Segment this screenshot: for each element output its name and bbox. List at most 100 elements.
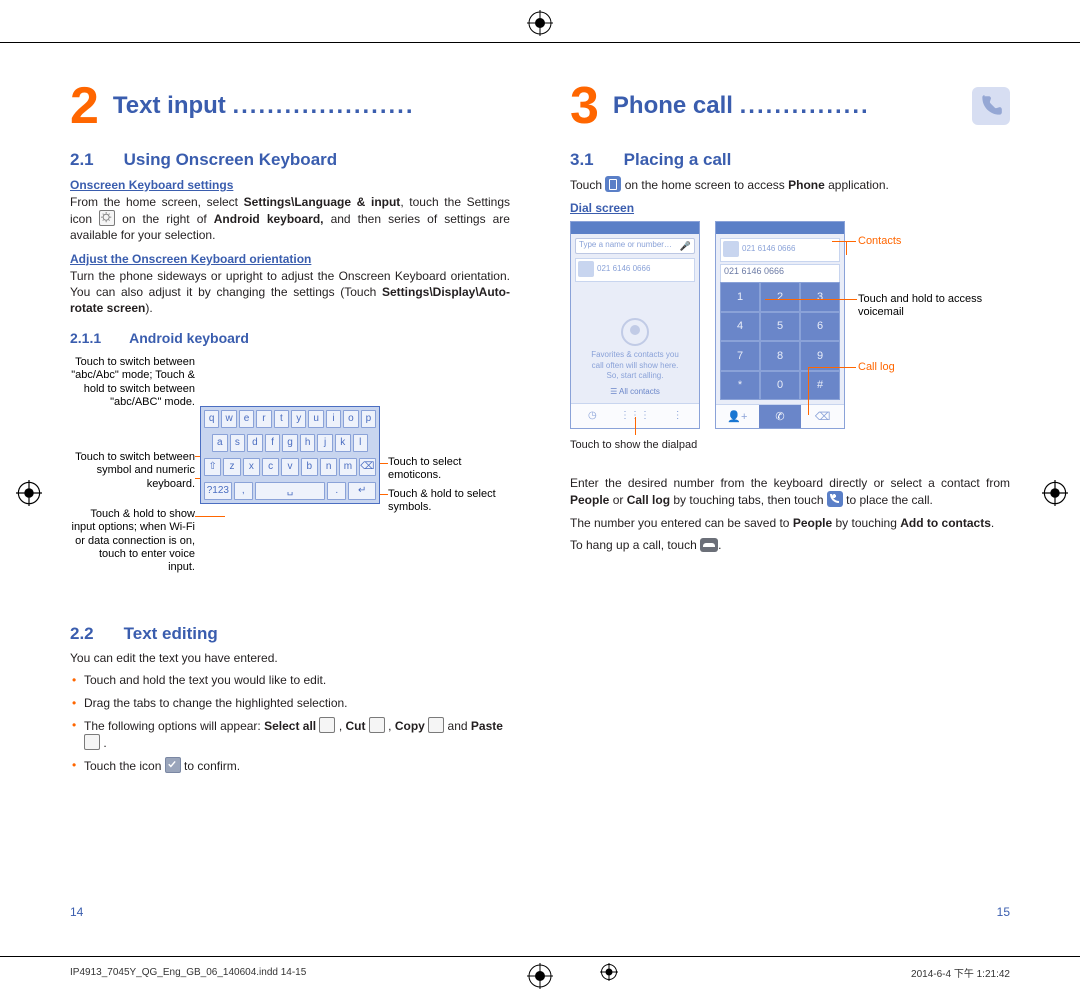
callout-voicemail: Touch and hold to access voicemail [858,293,988,319]
chapter-title: Phone call [613,92,733,119]
keyboard-key: n [320,458,337,476]
add-contact-icon: 👤+ [716,404,759,428]
keyboard-key: ⇧ [204,458,221,476]
confirm-check-icon [165,757,181,773]
keyboard-key: c [262,458,279,476]
bullet-item: Drag the tabs to change the highlighted … [70,695,510,711]
crop-line-bottom [0,956,1080,957]
leader-line [765,299,857,300]
keyboard-key: g [282,434,298,452]
keyboard-key: l [353,434,369,452]
paste-icon [84,734,100,750]
keyboard-key: k [335,434,351,452]
callout-left-3: Touch & hold to show input options; when… [70,508,195,574]
leader-line [808,367,856,368]
keyboard-key: m [339,458,356,476]
leader-line [635,417,636,435]
keyboard-key: d [247,434,263,452]
call-button-icon: ✆ [759,404,802,428]
keyboard-key: e [239,410,254,428]
phone-tile-icon [605,176,621,192]
keyboard-key: , [234,482,253,500]
page-14: 2 Text input ..................... 2.1Us… [70,70,510,919]
keyboard-key: ⌫ [359,458,376,476]
registration-mark-left [16,480,38,502]
hangup-icon [700,538,718,552]
keyboard-key: s [230,434,246,452]
dialpad-key: 6 [800,312,840,342]
section-heading-2-1: 2.1Using Onscreen Keyboard [70,150,510,170]
dialpad-key: 2 [760,282,800,312]
callout-dialpad: Touch to show the dialpad [570,439,697,451]
copy-icon [428,717,444,733]
body-text: From the home screen, select Settings\La… [70,194,510,244]
crop-line-top [0,42,1080,43]
subheading-dial-screen: Dial screen [570,201,1010,215]
keyboard-key: o [343,410,358,428]
body-text: Touch on the home screen to access Phone… [570,176,1010,193]
recents-tab-icon: ◷ [571,404,614,428]
subheading-kb-orientation: Adjust the Onscreen Keyboard orientation [70,252,510,266]
keyboard-key: x [243,458,260,476]
select-all-icon [319,717,335,733]
dialpad-key: 4 [720,312,760,342]
mic-icon: 🎤 [680,241,691,252]
callout-right-2: Touch & hold to select symbols. [388,488,508,514]
bullet-item: The following options will appear: Selec… [70,717,510,751]
cut-icon [369,717,385,733]
chapter-number: 3 [570,80,599,132]
keyboard-key: . [327,482,346,500]
bullet-item: Touch the icon to confirm. [70,757,510,774]
call-icon [827,491,843,507]
favorites-screenshot: Type a name or number…🎤 021 6146 0666 Fa… [570,221,700,429]
body-text: Enter the desired number from the keyboa… [570,475,1010,508]
keyboard-diagram: Touch to switch between "abc/Abc" mode; … [70,356,510,606]
keyboard-key: q [204,410,219,428]
dialpad-key: 5 [760,312,800,342]
registration-mark-footer [600,963,618,981]
keyboard-key: u [308,410,323,428]
footer-file: IP4913_7045Y_QG_Eng_GB_06_140604.indd 14… [70,967,306,978]
page-15: 3 Phone call ............... 3.1Placing … [570,70,1010,919]
body-text: Turn the phone sideways or upright to ad… [70,268,510,317]
keyboard-key: ↵ [348,482,376,500]
dialpad-key: 8 [760,341,800,371]
callout-left-1: Touch to switch between "abc/Abc" mode; … [70,356,195,409]
keyboard-key: t [274,410,289,428]
body-text: To hang up a call, touch . [570,537,1010,553]
callout-calllog: Call log [858,361,895,374]
chapter-number: 2 [70,80,99,132]
keyboard-key: h [300,434,316,452]
settings-gear-icon [99,210,115,226]
keyboard-key: z [223,458,240,476]
dialpad-key: 1 [720,282,760,312]
phone-app-icon [972,87,1010,125]
keyboard-key: a [212,434,228,452]
leader-line [846,241,847,255]
body-text: You can edit the text you have entered. [70,650,510,666]
leader-line [808,367,809,415]
keyboard-key: y [291,410,306,428]
bullet-item: Touch and hold the text you would like t… [70,672,510,688]
print-footer: IP4913_7045Y_QG_Eng_GB_06_140604.indd 14… [70,963,1010,981]
leader-line [195,516,225,517]
registration-mark-right [1042,480,1064,502]
dial-screen-diagram: Type a name or number…🎤 021 6146 0666 Fa… [570,221,1010,471]
keyboard-key: w [221,410,236,428]
section-heading-3-1: 3.1Placing a call [570,150,1010,170]
keyboard-key: ␣ [255,482,325,500]
keyboard-key: r [256,410,271,428]
keyboard-key: i [326,410,341,428]
callout-contacts: Contacts [858,235,901,248]
subheading-kb-settings: Onscreen Keyboard settings [70,178,510,192]
footer-date: 2014-6-4 下午 1:21:42 [911,965,1010,980]
dialpad-key: # [800,371,840,401]
section-heading-2-2: 2.2Text editing [70,624,510,644]
dialpad-key: * [720,371,760,401]
keyboard-key: p [361,410,376,428]
leader-dots: ..................... [232,92,414,119]
dialpad-screenshot: 021 6146 0666 021 6146 0666 123456789*0#… [715,221,845,429]
leader-dots: ............... [740,92,870,119]
callout-left-2: Touch to switch between symbol and numer… [70,451,195,491]
keyboard-key: j [317,434,333,452]
